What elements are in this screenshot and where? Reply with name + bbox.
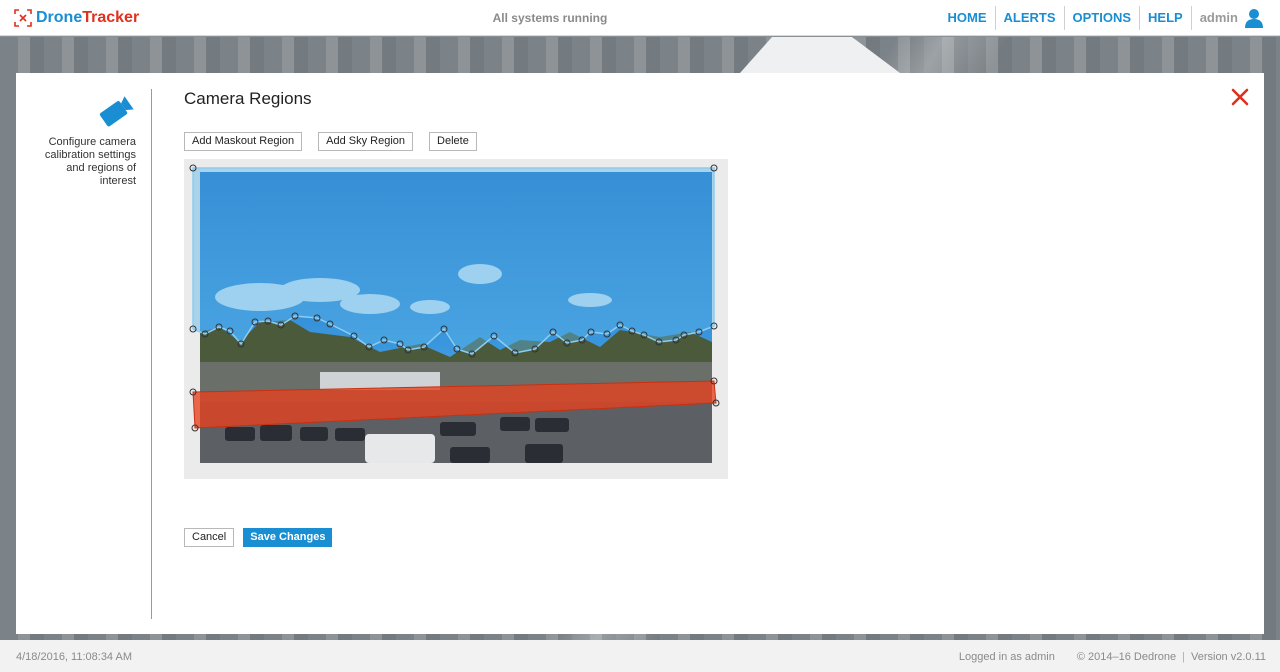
maskout-region-polygon[interactable] [192,380,717,429]
user-menu[interactable]: admin [1192,6,1270,30]
sky-region-polygon[interactable] [192,167,715,355]
user-name: admin [1199,10,1238,25]
camera-icon [99,96,134,127]
system-status-text: All systems running [492,11,608,25]
nav-alerts[interactable]: ALERTS [996,6,1065,30]
save-changes-button[interactable]: Save Changes [243,528,333,547]
copyright-text: © 2014–16 Dedrone [1076,651,1177,663]
dialog-actions: Cancel Save Changes [184,528,333,547]
close-icon[interactable] [1230,87,1250,107]
page-title: Camera Regions [184,89,312,108]
cancel-button[interactable]: Cancel [184,528,235,547]
status-bar: 4/18/2016, 11:08:34 AM Logged in as admi… [0,640,1280,672]
region-toolbar: Add Maskout Region Add Sky Region Delete [184,132,477,151]
user-icon [1245,9,1263,28]
sidebar-description: Configure camera calibration settings an… [44,136,136,187]
region-overlay[interactable] [184,159,728,479]
status-timestamp: 4/18/2016, 11:08:34 AM [16,651,132,663]
status-right: Logged in as admin © 2014–16 Dedrone | V… [958,651,1266,663]
main-nav: HOME ALERTS OPTIONS HELP admin [940,6,1270,30]
delete-button[interactable]: Delete [429,132,477,151]
version-text: Version v2.0.11 [1190,651,1266,663]
camera-regions-dialog: Configure camera calibration settings an… [16,73,1264,634]
nav-options[interactable]: OPTIONS [1065,6,1141,30]
nav-help[interactable]: HELP [1140,6,1192,30]
add-maskout-region-button[interactable]: Add Maskout Region [184,132,303,151]
background-roof [740,37,900,73]
region-editor-canvas[interactable] [184,159,728,479]
sidebar-divider [151,89,152,619]
top-navigation-bar: DroneTracker All systems running HOME AL… [0,0,1280,36]
logged-in-text: Logged in as admin [958,651,1055,663]
nav-home[interactable]: HOME [940,6,996,30]
add-sky-region-button[interactable]: Add Sky Region [318,132,414,151]
